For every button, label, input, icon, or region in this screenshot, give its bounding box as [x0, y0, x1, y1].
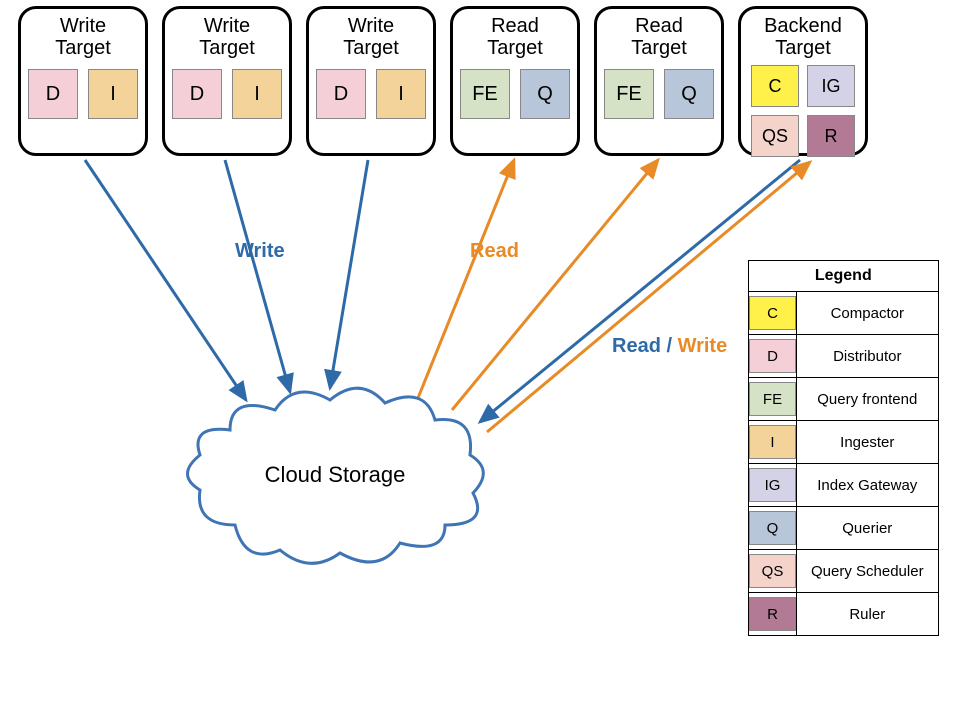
component-chip-i: I: [88, 69, 138, 119]
read-target: ReadTarget FEQ: [594, 6, 724, 156]
write-target: WriteTarget DI: [18, 6, 148, 156]
legend-label: Querier: [797, 507, 939, 550]
target-title: WriteTarget: [21, 15, 145, 59]
target-title: BackendTarget: [741, 15, 865, 59]
legend-chip-fe: FE: [749, 382, 796, 416]
target-title: ReadTarget: [597, 15, 721, 59]
legend-row: CCompactor: [749, 292, 939, 335]
component-chip-q: Q: [664, 69, 714, 119]
component-chip-c: C: [751, 65, 799, 107]
label-read-write: Read / Write: [612, 335, 727, 358]
legend-chip-r: R: [749, 597, 796, 631]
legend-chip-q: Q: [749, 511, 796, 545]
legend-chip-i: I: [749, 425, 796, 459]
legend-label: Query frontend: [797, 378, 939, 421]
legend-row: QSQuery Scheduler: [749, 550, 939, 593]
backend-target: BackendTarget CIGQSR: [738, 6, 868, 156]
component-chip-qs: QS: [751, 115, 799, 157]
legend-label: Ingester: [797, 421, 939, 464]
cloud-label: Cloud Storage: [265, 462, 406, 488]
legend-row: DDistributor: [749, 335, 939, 378]
legend-label: Query Scheduler: [797, 550, 939, 593]
component-chip-d: D: [172, 69, 222, 119]
write-target: WriteTarget DI: [306, 6, 436, 156]
target-title: ReadTarget: [453, 15, 577, 59]
legend-row: RRuler: [749, 593, 939, 636]
component-chip-d: D: [316, 69, 366, 119]
target-title: WriteTarget: [165, 15, 289, 59]
component-chip-i: I: [232, 69, 282, 119]
target-title: WriteTarget: [309, 15, 433, 59]
component-chip-fe: FE: [604, 69, 654, 119]
legend-row: FEQuery frontend: [749, 378, 939, 421]
legend-chip-ig: IG: [749, 468, 796, 502]
legend-row: QQuerier: [749, 507, 939, 550]
read-target: ReadTarget FEQ: [450, 6, 580, 156]
legend-row: IGIndex Gateway: [749, 464, 939, 507]
legend-row: IIngester: [749, 421, 939, 464]
component-chip-fe: FE: [460, 69, 510, 119]
legend-chip-c: C: [749, 296, 796, 330]
legend-label: Ruler: [797, 593, 939, 636]
legend-table: LegendCCompactorDDistributorFEQuery fron…: [748, 260, 939, 636]
component-chip-i: I: [376, 69, 426, 119]
legend-title: Legend: [749, 261, 939, 292]
cloud-storage: Cloud Storage: [175, 375, 495, 575]
legend-label: Index Gateway: [797, 464, 939, 507]
write-target: WriteTarget DI: [162, 6, 292, 156]
legend-label: Compactor: [797, 292, 939, 335]
component-chip-r: R: [807, 115, 855, 157]
component-chip-ig: IG: [807, 65, 855, 107]
component-chip-q: Q: [520, 69, 570, 119]
legend-label: Distributor: [797, 335, 939, 378]
label-write: Write: [235, 240, 285, 263]
legend-chip-d: D: [749, 339, 796, 373]
component-chip-d: D: [28, 69, 78, 119]
label-read: Read: [470, 240, 519, 263]
legend-chip-qs: QS: [749, 554, 796, 588]
